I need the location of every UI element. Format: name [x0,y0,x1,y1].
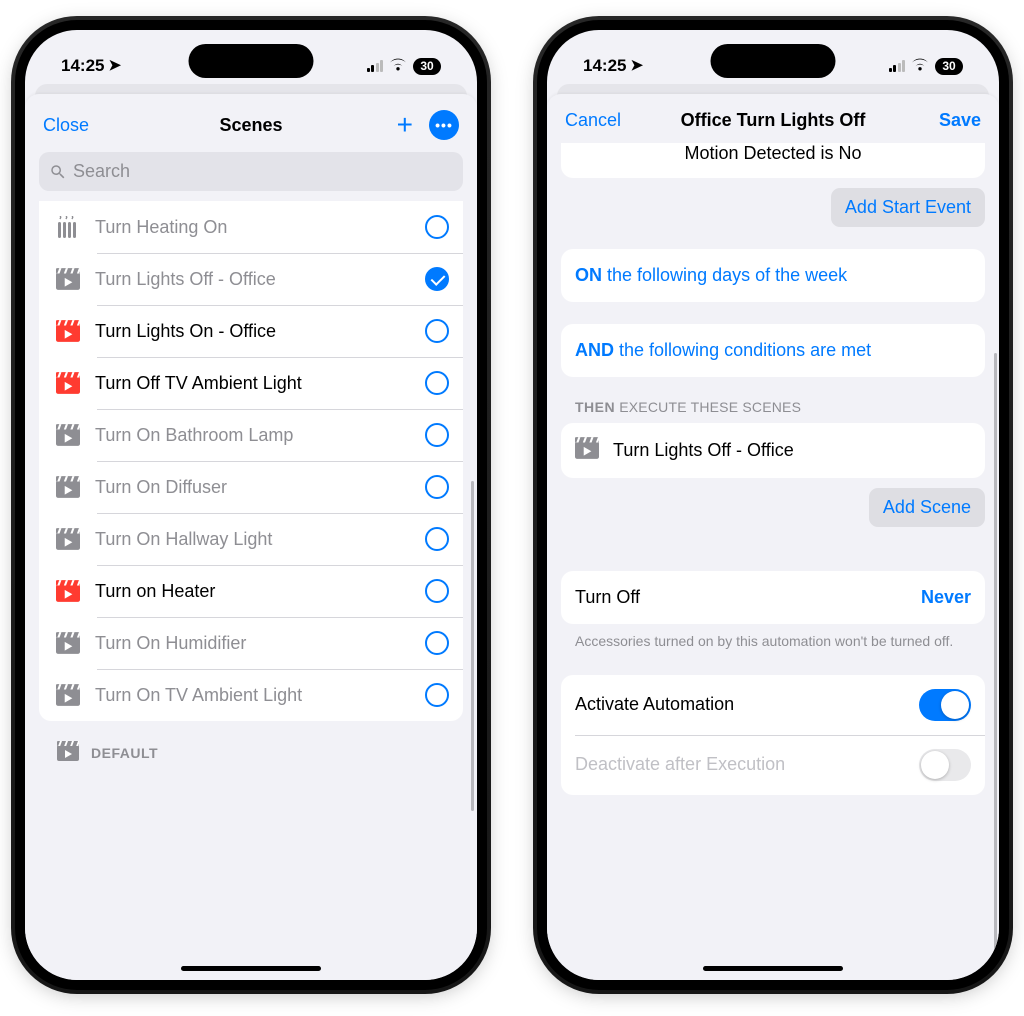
clapper-red-icon [55,372,81,394]
scene-select-radio[interactable] [425,423,449,447]
scene-row-label: Turn On TV Ambient Light [95,685,411,706]
turn-off-label: Turn Off [575,587,640,608]
clapper-gray-icon [55,476,81,498]
nav-bar: Cancel Office Turn Lights Off Save [547,94,999,143]
deactivate-toggle[interactable] [919,749,971,781]
scene-row[interactable]: Turn Lights Off - Office [561,423,985,478]
scene-row[interactable]: Turn On Humidifier [39,617,463,669]
clapper-gray-icon [55,684,81,706]
dynamic-island [189,44,314,78]
iphone-frame-left: 14:25 ➤ 30 Close Scenes + [15,20,487,990]
clapper-gray-icon [55,268,81,290]
scene-row-label: Turn On Hallway Light [95,529,411,550]
scene-select-radio[interactable] [425,579,449,603]
clapper-red-icon [55,580,81,602]
location-icon: ➤ [630,56,643,74]
activate-row[interactable]: Activate Automation [561,675,985,735]
scene-row-label: Turn On Diffuser [95,477,411,498]
add-scene-button[interactable]: Add Scene [869,488,985,527]
then-header: THEN EXECUTE THESE SCENES [561,399,985,423]
footer-default-label: DEFAULT [91,745,158,761]
clapper-gray-icon [575,437,599,464]
scene-row[interactable]: Turn Heating On [39,201,463,253]
scene-select-radio[interactable] [425,215,449,239]
clapper-gray-icon [55,528,81,550]
conditions-link[interactable]: AND the following conditions are met [561,324,985,377]
scene-select-radio[interactable] [425,371,449,395]
page-title: Scenes [147,115,355,136]
scene-row-label: Turn Lights On - Office [95,321,411,342]
screen-left: 14:25 ➤ 30 Close Scenes + [25,30,477,980]
wifi-icon [389,58,407,75]
default-section: DEFAULT [39,721,463,764]
add-button[interactable]: + [397,115,413,135]
scene-select-radio[interactable] [425,631,449,655]
cell-signal-icon [367,60,384,72]
scene-row[interactable]: Turn On Diffuser [39,461,463,513]
scene-list[interactable]: Turn Heating On Turn Lights Off - Office… [25,201,477,980]
cancel-button[interactable]: Cancel [565,110,621,131]
close-button[interactable]: Close [43,115,89,136]
heater-icon [55,216,81,238]
wifi-icon [911,58,929,75]
scrollbar[interactable] [471,481,474,811]
scene-select-radio[interactable] [425,683,449,707]
scene-row[interactable]: Turn Lights On - Office [39,305,463,357]
battery-pct: 30 [935,58,963,75]
turn-off-card[interactable]: Turn Off Never [561,571,985,624]
activate-label: Activate Automation [575,694,734,715]
activation-card: Activate Automation Deactivate after Exe… [561,675,985,795]
scene-select-radio[interactable] [425,475,449,499]
home-indicator[interactable] [703,966,843,971]
home-indicator[interactable] [181,966,321,971]
page-title: Office Turn Lights Off [669,110,877,131]
status-time: 14:25 [583,56,626,76]
search-input[interactable]: Search [39,152,463,191]
scene-select-radio[interactable] [425,527,449,551]
more-button[interactable]: ••• [429,110,459,140]
deactivate-label: Deactivate after Execution [575,754,785,775]
scene-select-radio[interactable] [425,267,449,291]
search-icon [49,163,67,181]
add-start-event-button[interactable]: Add Start Event [831,188,985,227]
screen-right: 14:25 ➤ 30 Cancel Office Turn Lights Off [547,30,999,980]
save-button[interactable]: Save [939,110,981,131]
turn-off-value: Never [921,587,971,608]
sheet-automation-detail: Cancel Office Turn Lights Off Save Motio… [547,94,999,980]
days-of-week-link[interactable]: ON the following days of the week [561,249,985,302]
clapper-gray-icon [55,632,81,654]
clapper-gray-icon [57,741,79,764]
automation-content[interactable]: Motion Detected is No Add Start Event ON… [547,143,999,980]
scene-row[interactable]: Turn On TV Ambient Light [39,669,463,721]
sheet-scenes: Close Scenes + ••• Search Turn Heating O… [25,94,477,980]
clapper-red-icon [55,320,81,342]
scrollbar[interactable] [994,353,997,953]
scene-row-label: Turn Lights Off - Office [613,440,794,461]
scene-row-label: Turn on Heater [95,581,411,602]
scene-row[interactable]: Turn on Heater [39,565,463,617]
scene-row[interactable]: Turn Off TV Ambient Light [39,357,463,409]
cell-signal-icon [889,60,906,72]
clapper-gray-icon [55,424,81,446]
scene-row[interactable]: Turn On Bathroom Lamp [39,409,463,461]
scene-row-label: Turn On Bathroom Lamp [95,425,411,446]
location-icon: ➤ [108,56,121,74]
scene-row-label: Turn Off TV Ambient Light [95,373,411,394]
scene-row-label: Turn Heating On [95,217,411,238]
scene-row[interactable]: Turn Lights Off - Office [39,253,463,305]
iphone-frame-right: 14:25 ➤ 30 Cancel Office Turn Lights Off [537,20,1009,990]
deactivate-row[interactable]: Deactivate after Execution [561,735,985,795]
scene-row-label: Turn Lights Off - Office [95,269,411,290]
battery-pct: 30 [413,58,441,75]
status-time: 14:25 [61,56,104,76]
turn-off-hint: Accessories turned on by this automation… [561,624,985,651]
nav-bar: Close Scenes + ••• [25,94,477,152]
scene-row-label: Turn On Humidifier [95,633,411,654]
scene-select-radio[interactable] [425,319,449,343]
activate-toggle[interactable] [919,689,971,721]
motion-condition[interactable]: Motion Detected is No [561,143,985,178]
scene-row[interactable]: Turn On Hallway Light [39,513,463,565]
dynamic-island [711,44,836,78]
search-placeholder: Search [73,161,130,182]
